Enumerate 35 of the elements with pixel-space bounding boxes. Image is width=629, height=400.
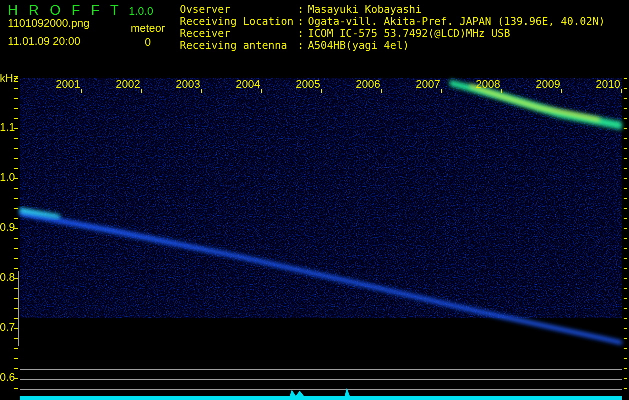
x-axis-label: 2010 bbox=[596, 79, 620, 91]
file-name: 1101092000.png bbox=[8, 18, 90, 30]
info-label: Receiver bbox=[180, 28, 232, 40]
x-axis-label: 2001 bbox=[56, 79, 80, 91]
info-value: Masayuki Kobayashi bbox=[308, 4, 423, 16]
x-axis-label: 2008 bbox=[476, 79, 500, 91]
y-axis-label: 0.7 bbox=[0, 322, 16, 334]
info-separator: : bbox=[298, 40, 304, 52]
meteor-count: 0 bbox=[144, 37, 152, 49]
info-value: Ogata-vill. Akita-Pref. JAPAN (139.96E, 40.02N) bbox=[308, 16, 606, 28]
date-time: 11.01.09 20:00 bbox=[8, 36, 82, 48]
info-separator: : bbox=[298, 16, 304, 28]
info-separator: : bbox=[298, 4, 304, 16]
x-axis-label: 2005 bbox=[296, 79, 320, 91]
info-value: ICOM IC-575 53.7492(@LCD)MHz USB bbox=[308, 28, 512, 40]
x-axis-label: 2004 bbox=[236, 79, 260, 91]
x-axis-label: 2003 bbox=[176, 79, 200, 91]
y-axis-label: 0.8 bbox=[0, 272, 16, 284]
info-label: Receiving antenna bbox=[180, 40, 288, 52]
version-label: 1.0.0 bbox=[128, 6, 154, 18]
info-label: Ovserver bbox=[180, 4, 232, 16]
x-axis-label: 2009 bbox=[536, 79, 560, 91]
x-axis-label: 2007 bbox=[416, 79, 440, 91]
info-separator: : bbox=[298, 28, 304, 40]
y-axis-label: 0.9 bbox=[0, 222, 16, 234]
info-value: A504HB(yagi 4el) bbox=[308, 40, 410, 52]
x-axis-label: 2006 bbox=[356, 79, 380, 91]
app-title: H R O F F T bbox=[8, 2, 121, 18]
info-label: Receiving Location bbox=[180, 16, 294, 28]
meteor-label: meteor bbox=[130, 23, 166, 35]
x-axis-label: 2002 bbox=[116, 79, 140, 91]
y-axis-label: 0.6 bbox=[0, 372, 16, 384]
y-axis-label: 1.0 bbox=[0, 172, 16, 184]
axis-unit: kHz bbox=[0, 73, 19, 85]
y-axis-label: 1.1 bbox=[0, 122, 16, 134]
